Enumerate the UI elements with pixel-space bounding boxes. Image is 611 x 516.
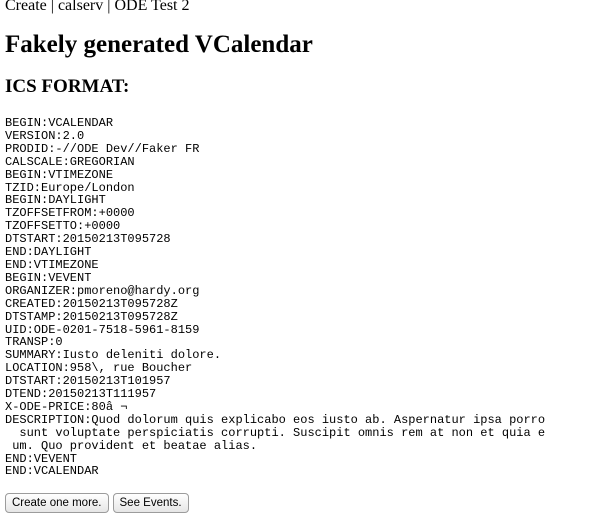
ics-line: DTSTAMP:20150213T095728Z bbox=[5, 309, 178, 324]
ics-content: BEGIN:VCALENDAR VERSION:2.0 PRODID:-//OD… bbox=[5, 117, 605, 478]
ics-line: END:DAYLIGHT bbox=[5, 245, 92, 260]
ics-line: DTSTART:20150213T095728 bbox=[5, 232, 171, 247]
create-one-more-button[interactable]: Create one more. bbox=[5, 493, 109, 513]
ics-line: PRODID:-//ODE Dev//Faker FR bbox=[5, 141, 200, 156]
ics-line: TZID:Europe/London bbox=[5, 180, 135, 195]
ics-line: TZOFFSETTO:+0000 bbox=[5, 219, 121, 234]
ics-line: BEGIN:VCALENDAR bbox=[5, 116, 114, 130]
see-events-button[interactable]: See Events. bbox=[112, 493, 189, 513]
ics-line: LOCATION:958\, rue Boucher bbox=[5, 361, 193, 376]
ics-line: um. Quo provident et beatae alias. bbox=[5, 438, 258, 453]
breadcrumb: Create | calserv | ODE Test 2 bbox=[5, 0, 190, 14]
ics-line: CALSCALE:GREGORIAN bbox=[5, 154, 135, 169]
ics-line: BEGIN:VTIMEZONE bbox=[5, 167, 114, 182]
page-title: Fakely generated VCalendar bbox=[5, 31, 313, 58]
section-title: ICS FORMAT: bbox=[5, 76, 130, 97]
ics-line: TZOFFSETFROM:+0000 bbox=[5, 206, 135, 221]
ics-line: CREATED:20150213T095728Z bbox=[5, 296, 178, 311]
ics-line: UID:ODE-0201-7518-5961-8159 bbox=[5, 322, 200, 337]
ics-line: ORGANIZER:pmoreno@hardy.org bbox=[5, 283, 200, 298]
ics-line: VERSION:2.0 bbox=[5, 128, 85, 143]
ics-line: END:VCALENDAR bbox=[5, 464, 99, 479]
ics-line: BEGIN:VEVENT bbox=[5, 270, 92, 285]
ics-line: BEGIN:DAYLIGHT bbox=[5, 193, 106, 208]
ics-line: END:VEVENT bbox=[5, 451, 78, 466]
ics-line: sunt voluptate perspiciatis corrupti. Su… bbox=[5, 425, 546, 440]
ics-line: DTSTART:20150213T101957 bbox=[5, 374, 171, 389]
ics-line: TRANSP:0 bbox=[5, 335, 63, 350]
button-bar: Create one more. See Events. bbox=[5, 493, 189, 513]
ics-line: END:VTIMEZONE bbox=[5, 257, 99, 272]
ics-line: DTEND:20150213T111957 bbox=[5, 387, 157, 402]
ics-line: DESCRIPTION:Quod dolorum quis explicabo … bbox=[5, 412, 546, 427]
ics-line: X-ODE-PRICE:80â ¬ bbox=[5, 399, 128, 414]
ics-line: SUMMARY:Iusto deleniti dolore. bbox=[5, 348, 222, 363]
